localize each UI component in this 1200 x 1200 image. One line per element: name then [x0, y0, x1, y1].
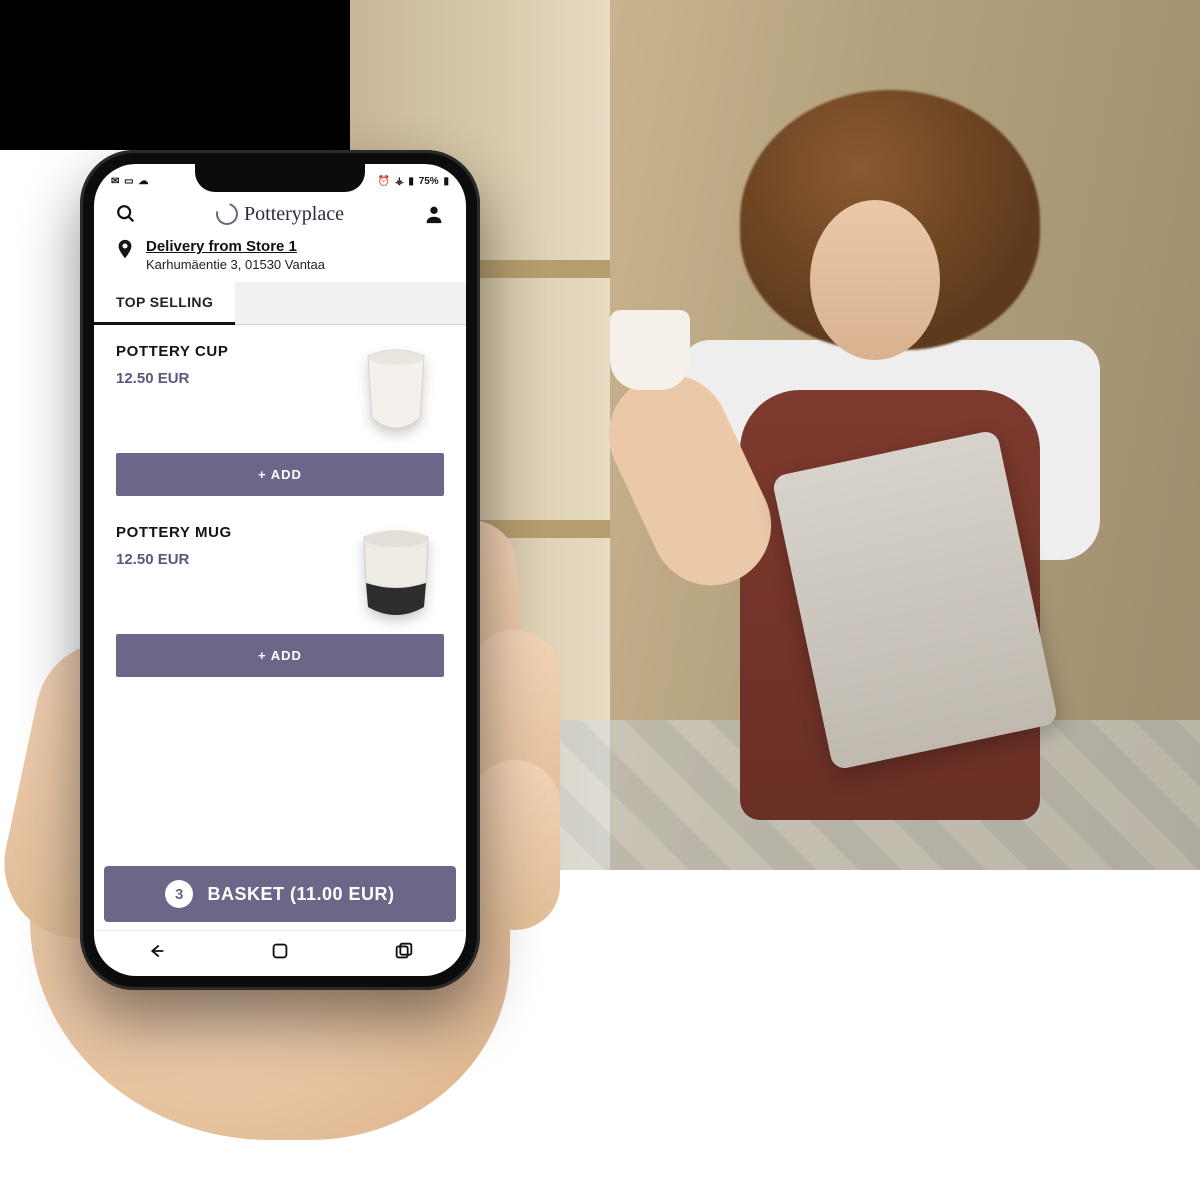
battery-text: 75% [419, 176, 439, 187]
wifi-icon: ⚶ [395, 176, 404, 187]
tab-top-selling[interactable]: TOP SELLING [94, 282, 235, 325]
add-button[interactable]: + ADD [116, 453, 444, 496]
black-background-strip [0, 0, 350, 150]
search-icon [115, 203, 137, 225]
phone-screen: ✉ ▭ ☁ ⏰ ⚶ ▮ 75% ▮ Pott [94, 164, 466, 976]
add-button[interactable]: + ADD [116, 634, 444, 677]
product-list[interactable]: POTTERY CUP 12.50 EUR + ADD POTTERY MUG [94, 325, 466, 866]
statusbar-right-icons: ⏰ ⚶ ▮ 75% ▮ [377, 176, 450, 187]
category-tabbar: TOP SELLING [94, 282, 466, 325]
list-continuation-peek [112, 691, 448, 731]
nav-home-button[interactable] [269, 940, 291, 967]
location-pin-icon [114, 238, 136, 265]
product-price: 12.50 EUR [116, 370, 228, 387]
account-button[interactable] [420, 200, 448, 228]
product-card[interactable]: POTTERY MUG 12.50 EUR + ADD [112, 510, 448, 685]
basket-count-badge: 3 [165, 880, 193, 908]
cloud-icon: ☁ [138, 176, 148, 187]
delivery-row[interactable]: Delivery from Store 1 Karhumäentie 3, 01… [94, 232, 466, 282]
product-image [348, 343, 444, 443]
brand-name: Potteryplace [244, 203, 344, 226]
product-name: POTTERY CUP [116, 343, 228, 360]
battery-icon: ▮ [443, 176, 449, 187]
mail-icon: ✉ [111, 176, 119, 187]
basket-label: BASKET (11.00 EUR) [207, 884, 394, 905]
signal-icon: ▮ [408, 176, 414, 187]
nav-recent-button[interactable] [393, 940, 415, 967]
delivery-title: Delivery from Store 1 [146, 238, 325, 255]
nav-back-button[interactable] [145, 940, 167, 967]
delivery-address: Karhumäentie 3, 01530 Vantaa [146, 257, 325, 272]
product-price: 12.50 EUR [116, 551, 232, 568]
brand-ring-icon [212, 199, 242, 229]
search-button[interactable] [112, 200, 140, 228]
android-nav-bar [94, 930, 466, 976]
basket-bar[interactable]: 3 BASKET (11.00 EUR) [104, 866, 456, 922]
product-card[interactable]: POTTERY CUP 12.50 EUR + ADD [112, 329, 448, 504]
statusbar-left-icons: ✉ ▭ ☁ [110, 176, 149, 187]
chat-icon: ▭ [124, 176, 133, 187]
user-icon [423, 203, 445, 225]
brand-logo[interactable]: Potteryplace [216, 203, 344, 226]
phone-notch [195, 164, 365, 192]
product-image [348, 524, 444, 624]
app-header: Potteryplace [94, 194, 466, 232]
phone-frame: ✉ ▭ ☁ ⏰ ⚶ ▮ 75% ▮ Pott [80, 150, 480, 990]
product-name: POTTERY MUG [116, 524, 232, 541]
alarm-icon: ⏰ [378, 176, 390, 187]
